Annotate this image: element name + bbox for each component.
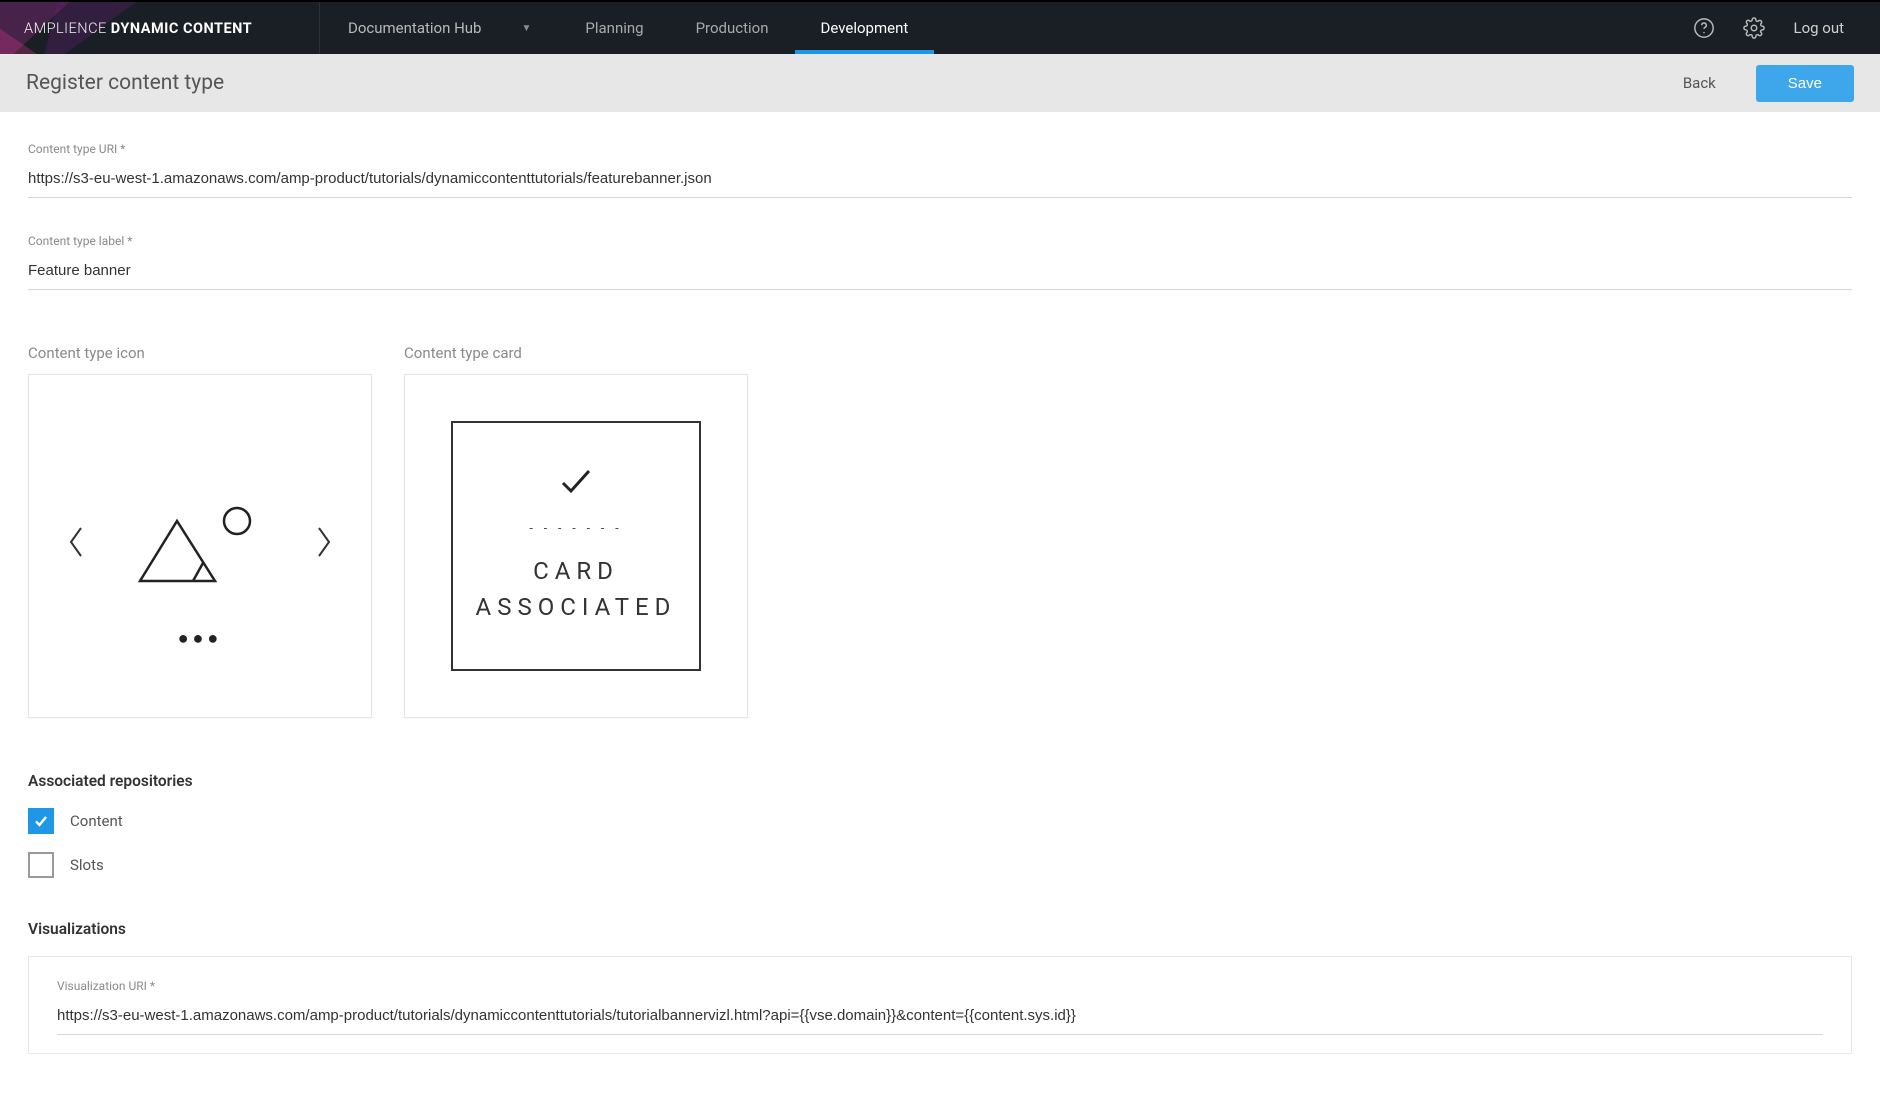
- content-type-icon-card[interactable]: ●●●: [28, 374, 372, 718]
- brand-light: AMPLIENCE: [24, 20, 107, 37]
- repo-slots-label: Slots: [70, 856, 104, 874]
- gear-icon[interactable]: [1743, 17, 1765, 39]
- topbar: AMPLIENCE DYNAMIC CONTENT Documentation …: [0, 0, 1880, 54]
- card-text-line1: CARD: [476, 553, 677, 589]
- hub-name: Documentation Hub: [348, 19, 481, 37]
- visualization-entry: Visualization URI *: [28, 956, 1852, 1054]
- repo-content-checkbox[interactable]: [28, 808, 54, 834]
- cards-row: Content type icon: [28, 344, 1852, 718]
- content-type-icon-section: Content type icon: [28, 344, 372, 718]
- content-type-label-input[interactable]: [28, 256, 1852, 290]
- tab-planning[interactable]: Planning: [559, 2, 669, 54]
- visualization-uri-input[interactable]: [57, 1001, 1823, 1035]
- main-tabs: Planning Production Development: [559, 2, 934, 54]
- content-type-uri-label: Content type URI *: [28, 142, 1852, 156]
- associated-card-graphic: - - - - - - - CARD ASSOCIATED: [451, 421, 701, 671]
- hub-selector[interactable]: Documentation Hub ▼: [320, 2, 559, 54]
- tab-development[interactable]: Development: [795, 2, 935, 54]
- repo-content-row: Content: [28, 808, 1852, 834]
- subheader-actions: Back Save: [1683, 65, 1854, 102]
- content-type-card-section: Content type card - - - - - - - CARD ASS…: [404, 344, 748, 718]
- associated-repositories-heading: Associated repositories: [28, 772, 1852, 790]
- card-text-line2: ASSOCIATED: [476, 589, 677, 625]
- associated-repositories-section: Associated repositories Content Slots: [28, 772, 1852, 878]
- visualizations-section: Visualizations Visualization URI *: [28, 920, 1852, 1054]
- content-type-icon-label: Content type icon: [28, 344, 372, 362]
- check-icon: [559, 467, 593, 503]
- visualizations-heading: Visualizations: [28, 920, 1852, 938]
- repo-slots-row: Slots: [28, 852, 1852, 878]
- field-content-type-label: Content type label *: [28, 234, 1852, 290]
- content-type-uri-input[interactable]: [28, 164, 1852, 198]
- page-title: Register content type: [26, 71, 224, 95]
- carousel-dots-icon: ●●●: [178, 628, 223, 649]
- save-button[interactable]: Save: [1756, 65, 1854, 102]
- field-content-type-uri: Content type URI *: [28, 142, 1852, 198]
- visualization-uri-label: Visualization URI *: [57, 979, 1823, 993]
- subheader: Register content type Back Save: [0, 54, 1880, 112]
- help-icon[interactable]: [1693, 17, 1715, 39]
- page-body: Content type URI * Content type label * …: [0, 112, 1880, 1094]
- dash-divider: - - - - - - -: [529, 521, 622, 535]
- repo-slots-checkbox[interactable]: [28, 852, 54, 878]
- back-button[interactable]: Back: [1683, 74, 1716, 92]
- caret-down-icon: ▼: [521, 23, 531, 34]
- brand-logo: AMPLIENCE DYNAMIC CONTENT: [0, 2, 320, 54]
- tab-production[interactable]: Production: [670, 2, 795, 54]
- card-associated-text: CARD ASSOCIATED: [476, 553, 677, 625]
- content-type-card-card[interactable]: - - - - - - - CARD ASSOCIATED: [404, 374, 748, 718]
- chevron-right-icon[interactable]: [313, 524, 335, 568]
- image-placeholder-icon: [135, 499, 265, 593]
- topbar-right: Log out: [1693, 2, 1880, 54]
- content-type-card-label: Content type card: [404, 344, 748, 362]
- content-type-label-label: Content type label *: [28, 234, 1852, 248]
- chevron-left-icon[interactable]: [65, 524, 87, 568]
- repo-content-label: Content: [70, 812, 123, 830]
- logout-link[interactable]: Log out: [1793, 19, 1844, 37]
- brand-bold: DYNAMIC CONTENT: [111, 20, 252, 37]
